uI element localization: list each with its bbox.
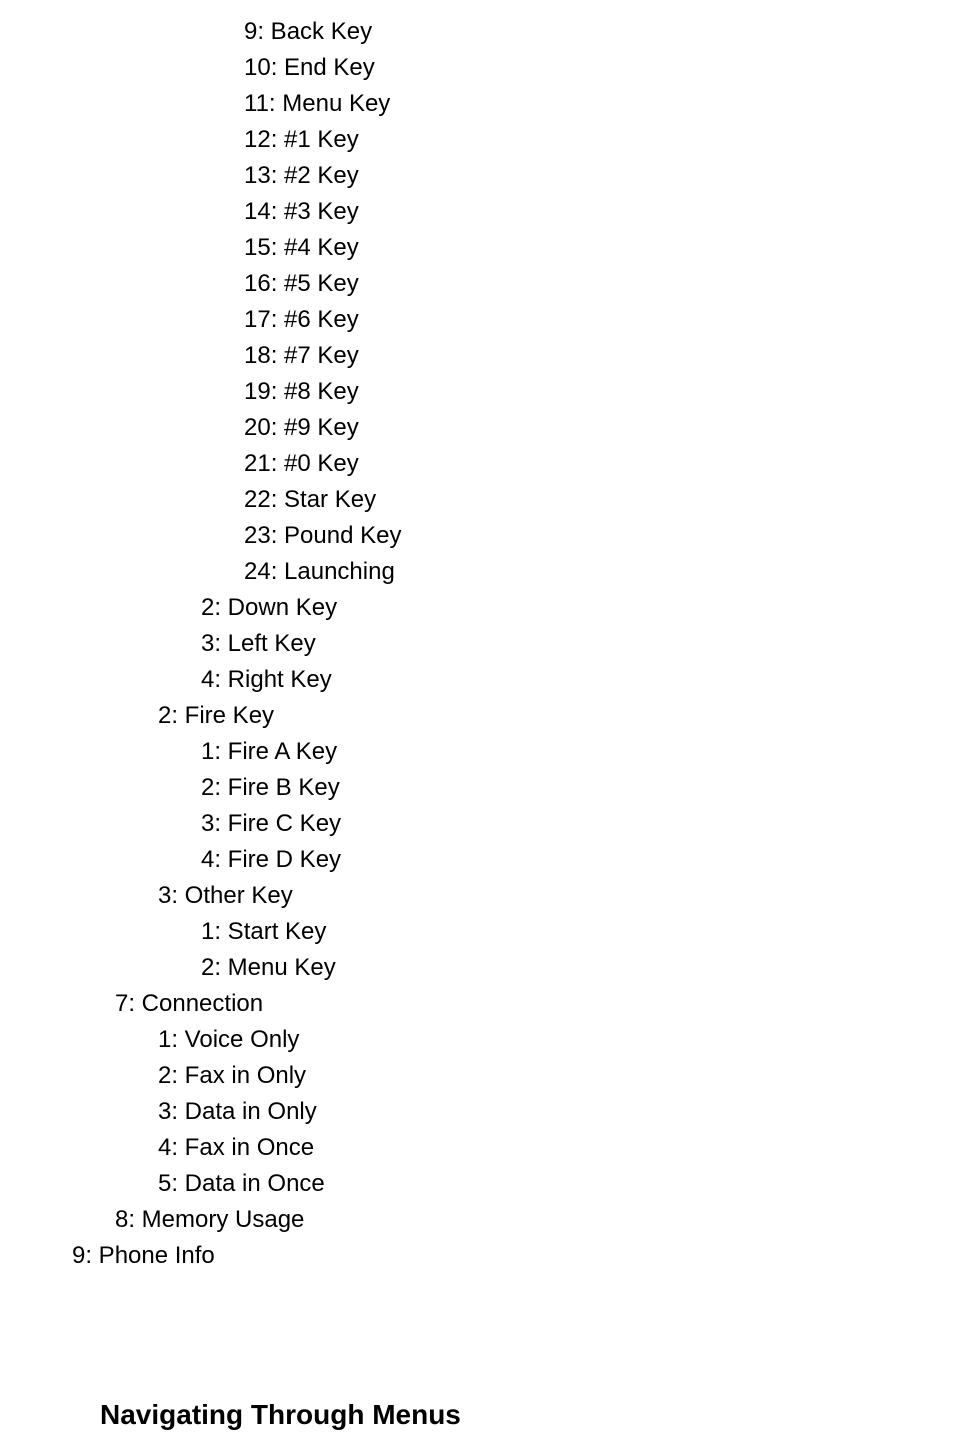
outline-item: 8: Memory Usage [0,1202,954,1238]
outline-item: 17: #6 Key [0,302,954,338]
outline-item: 3: Other Key [0,878,954,914]
outline-item: 2: Fire B Key [0,770,954,806]
outline-item: 13: #2 Key [0,158,954,194]
outline-item: 1: Fire A Key [0,734,954,770]
outline-item: 14: #3 Key [0,194,954,230]
outline-item: 18: #7 Key [0,338,954,374]
outline-item: 5: Data in Once [0,1166,954,1202]
outline-item: 2: Fax in Only [0,1058,954,1094]
outline-item: 16: #5 Key [0,266,954,302]
outline-item: 10: End Key [0,50,954,86]
outline-item: 20: #9 Key [0,410,954,446]
menu-outline-list: 9: Back Key10: End Key11: Menu Key12: #1… [0,14,954,1274]
outline-item: 4: Right Key [0,662,954,698]
section-heading: Navigating Through Menus [0,1394,954,1436]
outline-item: 15: #4 Key [0,230,954,266]
outline-item: 4: Fax in Once [0,1130,954,1166]
outline-item: 12: #1 Key [0,122,954,158]
outline-item: 1: Start Key [0,914,954,950]
outline-item: 19: #8 Key [0,374,954,410]
outline-item: 3: Fire C Key [0,806,954,842]
outline-item: 2: Fire Key [0,698,954,734]
outline-item: 24: Launching [0,554,954,590]
outline-item: 7: Connection [0,986,954,1022]
outline-item: 3: Left Key [0,626,954,662]
outline-item: 3: Data in Only [0,1094,954,1130]
outline-item: 2: Menu Key [0,950,954,986]
outline-item: 2: Down Key [0,590,954,626]
outline-item: 23: Pound Key [0,518,954,554]
outline-item: 21: #0 Key [0,446,954,482]
outline-item: 22: Star Key [0,482,954,518]
outline-item: 1: Voice Only [0,1022,954,1058]
outline-item: 9: Back Key [0,14,954,50]
outline-item: 11: Menu Key [0,86,954,122]
outline-item: 4: Fire D Key [0,842,954,878]
outline-item: 9: Phone Info [0,1238,954,1274]
